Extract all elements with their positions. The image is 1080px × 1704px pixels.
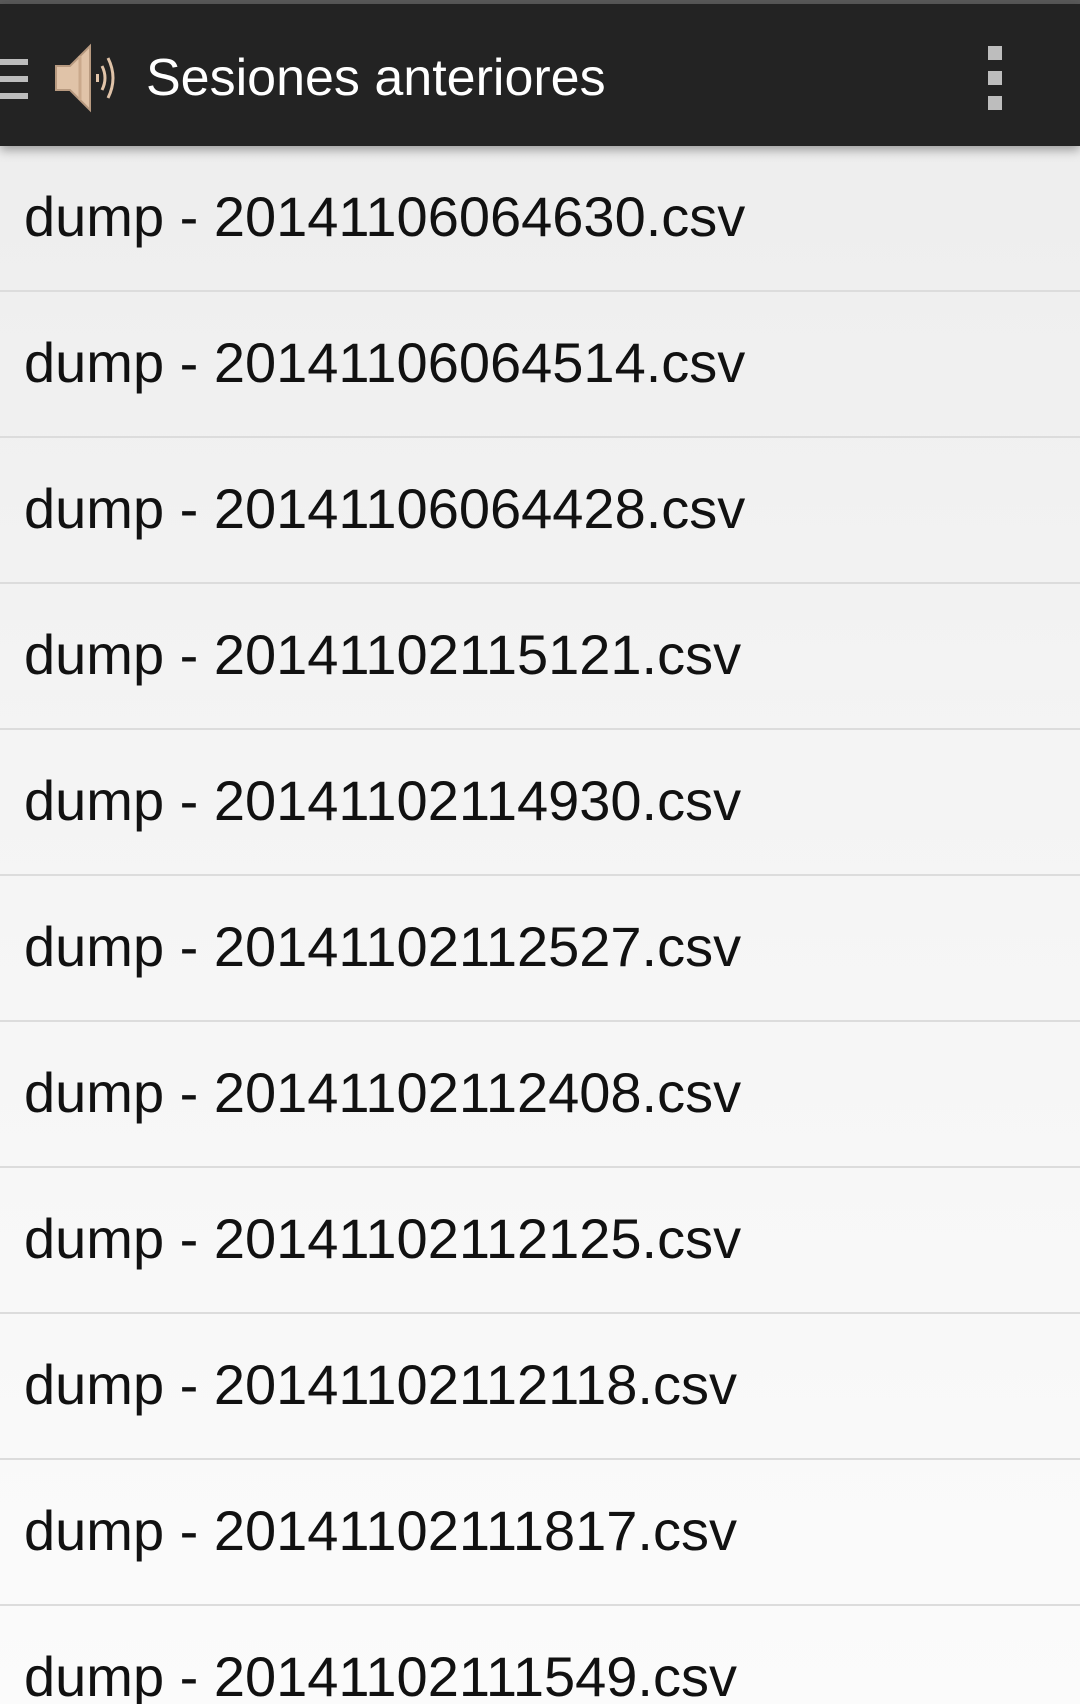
speaker-icon[interactable]	[52, 42, 118, 114]
list-item[interactable]: dump - 20141102112527.csv	[0, 876, 1080, 1022]
list-item-label: dump - 20141102112125.csv	[24, 1207, 742, 1270]
list-item-label: dump - 20141102111549.csv	[24, 1645, 737, 1704]
list-item[interactable]: dump - 20141102112408.csv	[0, 1022, 1080, 1168]
list-item-label: dump - 20141102112408.csv	[24, 1061, 742, 1124]
list-item-label: dump - 20141102114930.csv	[24, 769, 742, 832]
action-bar: Sesiones anteriores	[0, 4, 1080, 146]
screen: Sesiones anteriores dump - 2014110606463…	[0, 0, 1080, 1704]
menu-icon[interactable]	[0, 57, 30, 101]
list-item[interactable]: dump - 20141106064630.csv	[0, 146, 1080, 292]
list-item[interactable]: dump - 20141106064514.csv	[0, 292, 1080, 438]
list-item-label: dump - 20141102112118.csv	[24, 1353, 737, 1416]
list-item-label: dump - 20141106064428.csv	[24, 477, 746, 540]
list-item[interactable]: dump - 20141102111817.csv	[0, 1460, 1080, 1606]
list-item-label: dump - 20141102115121.csv	[24, 623, 742, 686]
list-item-label: dump - 20141102111817.csv	[24, 1499, 737, 1562]
page-title: Sesiones anteriores	[146, 49, 606, 107]
list-item-label: dump - 20141106064514.csv	[24, 331, 746, 394]
list-item[interactable]: dump - 20141102112118.csv	[0, 1314, 1080, 1460]
list-item[interactable]: dump - 20141102115121.csv	[0, 584, 1080, 730]
list-item-label: dump - 20141106064630.csv	[24, 185, 746, 248]
list-item[interactable]: dump - 20141102112125.csv	[0, 1168, 1080, 1314]
session-list: dump - 20141106064630.csv dump - 2014110…	[0, 146, 1080, 1704]
more-vertical-icon[interactable]	[976, 40, 1016, 116]
list-item[interactable]: dump - 20141102114930.csv	[0, 730, 1080, 876]
list-item[interactable]: dump - 20141102111549.csv	[0, 1606, 1080, 1704]
list-item-label: dump - 20141102112527.csv	[24, 915, 742, 978]
list-item[interactable]: dump - 20141106064428.csv	[0, 438, 1080, 584]
